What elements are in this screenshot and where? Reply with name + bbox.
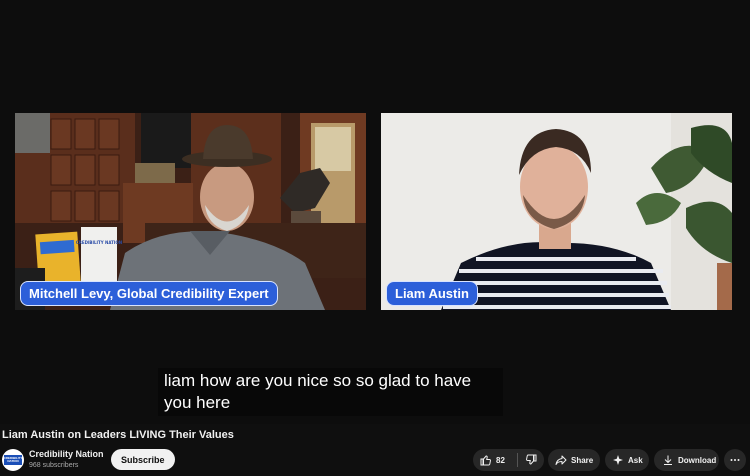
video-title: Liam Austin on Leaders LIVING Their Valu… [2,429,234,441]
subscribe-button[interactable]: Subscribe [111,449,175,470]
caption-line-2: you here [164,393,231,412]
like-count: 82 [496,455,505,465]
left-participant-video: CREDIBILITY NATION Mitchell Levy, Global… [15,113,366,310]
download-label: Download [678,455,717,465]
sparkle-icon [613,455,623,465]
video-player[interactable]: CREDIBILITY NATION Mitchell Levy, Global… [0,0,750,424]
right-speaker-name-tag: Liam Austin [386,281,478,306]
thumbs-up-icon [480,455,491,466]
closed-caption: liam how are you nice so so glad to have… [158,368,503,416]
thumbs-down-icon [526,454,537,465]
share-button[interactable]: Share [548,449,600,471]
left-speaker-name-tag: Mitchell Levy, Global Credibility Expert [20,281,278,306]
subscriber-count: 968 subscribers [29,462,79,469]
more-actions-button[interactable] [724,449,746,471]
channel-row: CREDIBILITY NATION Credibility Nation 96… [0,447,750,475]
book-cover-title: CREDIBILITY NATION [76,240,122,245]
channel-name[interactable]: Credibility Nation [29,449,104,459]
download-icon [664,455,672,465]
more-icon [730,459,740,461]
caption-line-1: liam how are you nice so so glad to have [164,371,472,390]
ask-button[interactable]: Ask [605,449,649,471]
dislike-button[interactable] [518,449,544,471]
channel-logo: CREDIBILITY NATION [3,455,23,465]
ask-label: Ask [628,455,643,465]
share-icon [555,455,567,465]
download-button[interactable]: Download [654,449,719,471]
share-label: Share [571,455,594,465]
channel-avatar[interactable]: CREDIBILITY NATION [2,449,24,471]
like-dislike-group: 82 [473,449,544,471]
right-participant-video: Liam Austin [381,113,732,310]
like-button[interactable]: 82 [473,449,517,471]
